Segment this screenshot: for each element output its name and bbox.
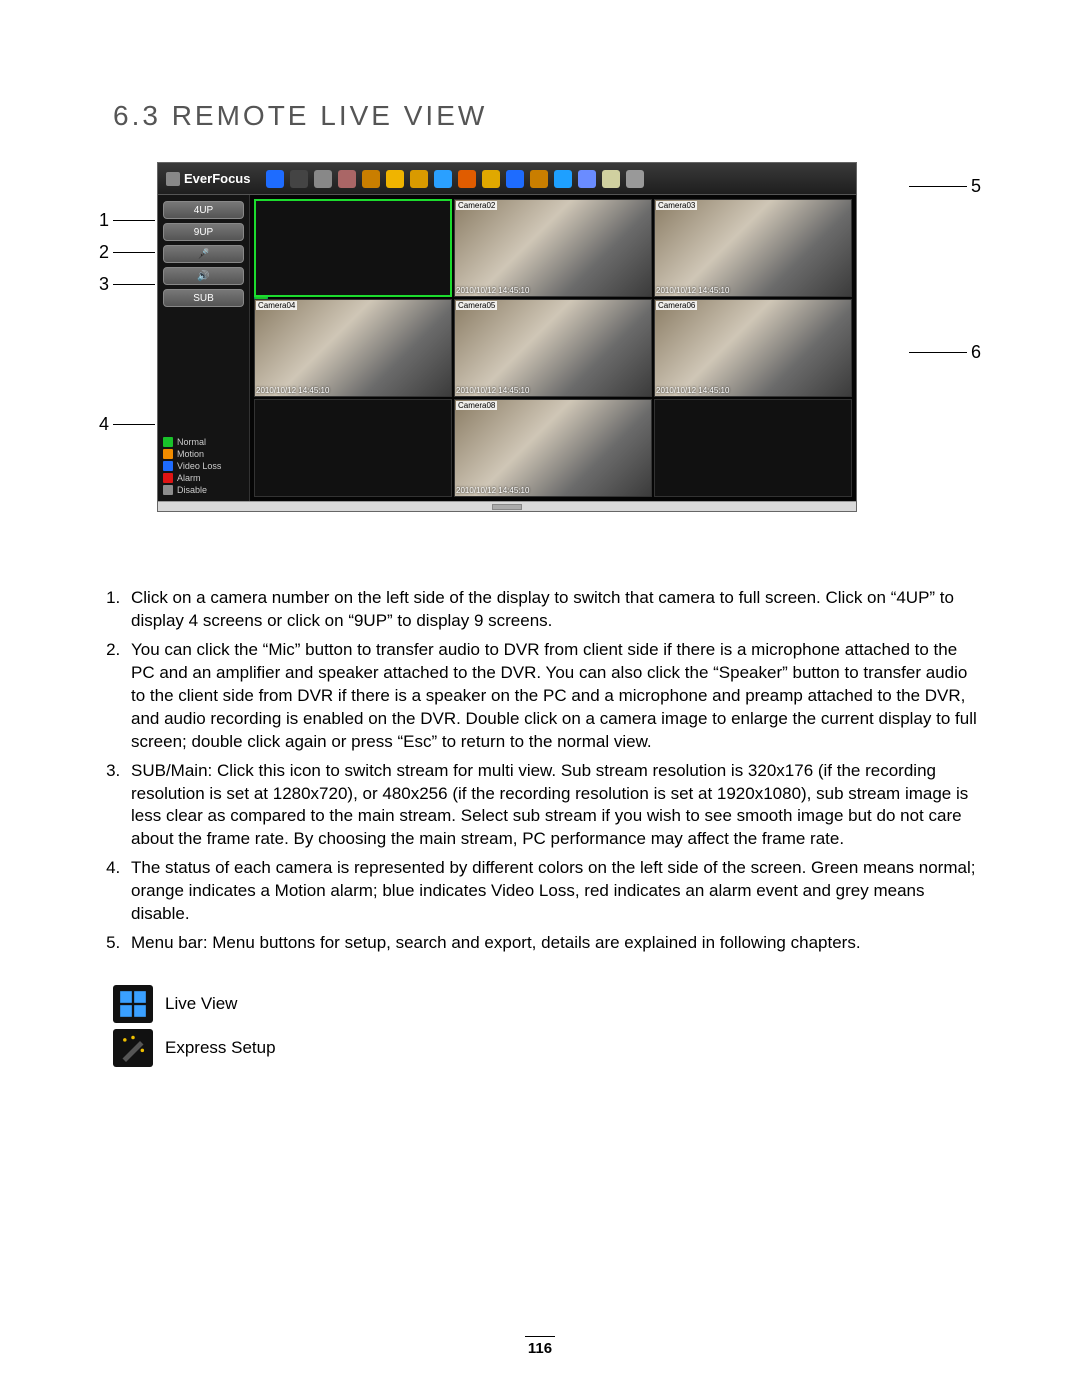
- camera-grid: Camera02 2010/10/12 14:45:10 Camera03 20…: [250, 195, 856, 501]
- callout-1: 1: [95, 210, 113, 231]
- live-view-icon-large: [113, 985, 153, 1023]
- instruction-item: The status of each camera is represented…: [125, 857, 985, 926]
- logo-icon: [166, 172, 180, 186]
- camera-cell-5[interactable]: Camera05 2010/10/12 14:45:10: [454, 299, 652, 397]
- legend-label: Video Loss: [177, 461, 221, 471]
- camera-icon[interactable]: [338, 170, 356, 188]
- instruction-list: Click on a camera number on the left sid…: [125, 587, 985, 955]
- info-icon[interactable]: [554, 170, 572, 188]
- camera-ts: 2010/10/12 14:45:10: [656, 286, 729, 295]
- section-title: 6.3 REMOTE LIVE VIEW: [113, 100, 985, 132]
- express-setup-icon[interactable]: [290, 170, 308, 188]
- camera-cell-2[interactable]: Camera02 2010/10/12 14:45:10: [454, 199, 652, 297]
- callout-6: 6: [967, 342, 985, 363]
- legend-label: Alarm: [177, 473, 201, 483]
- camera-cell-1[interactable]: [254, 199, 452, 297]
- camera-tag: Camera03: [656, 201, 697, 210]
- camera-tag: Camera04: [256, 301, 297, 310]
- users-icon[interactable]: [482, 170, 500, 188]
- camera-cell-7[interactable]: [254, 399, 452, 497]
- legend-swatch-motion: [163, 449, 173, 459]
- camera-ts: 2010/10/12 14:45:10: [456, 286, 529, 295]
- btn-mic[interactable]: 🎤: [163, 245, 244, 263]
- network-icon[interactable]: [434, 170, 452, 188]
- horizontal-scrollbar[interactable]: [158, 501, 856, 511]
- btn-sub[interactable]: SUB: [163, 289, 244, 307]
- callout-2: 2: [95, 242, 113, 263]
- legend-label: Normal: [177, 437, 206, 447]
- btn-speaker[interactable]: 🔊: [163, 267, 244, 285]
- copy-icon[interactable]: [578, 170, 596, 188]
- icon-label: Express Setup: [165, 1038, 276, 1058]
- camera-tag: Camera02: [456, 201, 497, 210]
- instruction-item: You can click the “Mic” button to transf…: [125, 639, 985, 754]
- btn-9up[interactable]: 9UP: [163, 223, 244, 241]
- camera-ts: 2010/10/12 14:45:10: [256, 386, 329, 395]
- camera-ts: 2010/10/12 14:45:10: [456, 386, 529, 395]
- express-setup-icon-large: [113, 1029, 153, 1067]
- settings-gear-icon[interactable]: [530, 170, 548, 188]
- icon-definitions: Live View Express Setup: [113, 985, 985, 1067]
- logout-icon[interactable]: [626, 170, 644, 188]
- camera-cell-6[interactable]: Camera06 2010/10/12 14:45:10: [654, 299, 852, 397]
- search-icon[interactable]: [314, 170, 332, 188]
- instruction-item: SUB/Main: Click this icon to switch stre…: [125, 760, 985, 852]
- status-legend: Normal Motion Video Loss Alarm Disable: [163, 437, 244, 495]
- callout-4: 4: [95, 414, 113, 435]
- camera-cell-8[interactable]: Camera08 2010/10/12 14:45:10: [454, 399, 652, 497]
- display-icon[interactable]: [506, 170, 524, 188]
- camera-cell-4[interactable]: Camera04 2010/10/12 14:45:10: [254, 299, 452, 397]
- page-number: 116: [0, 1336, 1080, 1357]
- side-panel: 4UP 9UP 🎤 🔊 SUB Normal Motion Video Loss…: [158, 195, 250, 501]
- legend-swatch-alarm: [163, 473, 173, 483]
- camera-ts: 2010/10/12 14:45:10: [656, 386, 729, 395]
- camera-cell-9[interactable]: [654, 399, 852, 497]
- screenshot-figure: 1 2 3 4 5 6 EverFocus: [95, 162, 985, 532]
- dvr-screenshot: EverFocus 4UP 9UP 🎤 🔊: [157, 162, 857, 512]
- callout-5: 5: [967, 176, 985, 197]
- callout-3: 3: [95, 274, 113, 295]
- legend-swatch-normal: [163, 437, 173, 447]
- camera-tag: Camera08: [456, 401, 497, 410]
- export-icon[interactable]: [602, 170, 620, 188]
- icon-label: Live View: [165, 994, 237, 1014]
- record-icon[interactable]: [458, 170, 476, 188]
- legend-label: Motion: [177, 449, 204, 459]
- camera-cell-3[interactable]: Camera03 2010/10/12 14:45:10: [654, 199, 852, 297]
- camera-ts: 2010/10/12 14:45:10: [456, 486, 529, 495]
- legend-swatch-videoloss: [163, 461, 173, 471]
- alarm-bell-icon[interactable]: [386, 170, 404, 188]
- legend-label: Disable: [177, 485, 207, 495]
- brand-logo: EverFocus: [166, 171, 250, 186]
- btn-4up[interactable]: 4UP: [163, 201, 244, 219]
- playback-icon[interactable]: [362, 170, 380, 188]
- instruction-item: Click on a camera number on the left sid…: [125, 587, 985, 633]
- brand-text: EverFocus: [184, 171, 250, 186]
- camera-tag: Camera06: [656, 301, 697, 310]
- legend-swatch-disable: [163, 485, 173, 495]
- menu-bar: EverFocus: [158, 163, 856, 195]
- live-view-icon[interactable]: [266, 170, 284, 188]
- schedule-icon[interactable]: [410, 170, 428, 188]
- instruction-item: Menu bar: Menu buttons for setup, search…: [125, 932, 985, 955]
- camera-tag: Camera05: [456, 301, 497, 310]
